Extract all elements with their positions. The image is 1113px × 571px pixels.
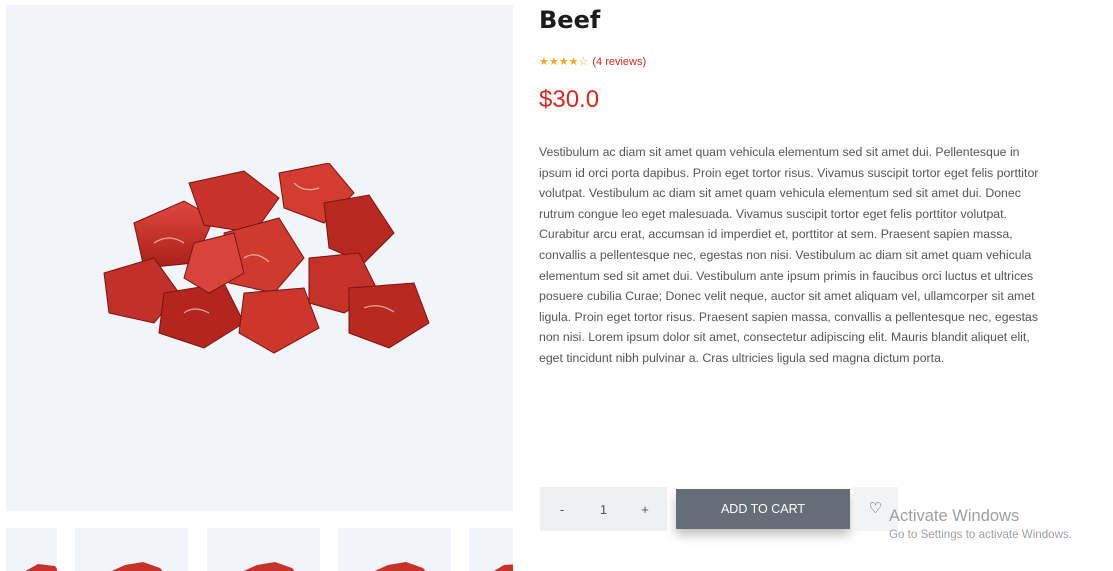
thumbnail-item[interactable] [75,528,188,571]
product-description: Vestibulum ac diam sit amet quam vehicul… [539,145,1039,365]
product-title: Beef [539,6,601,34]
reviews-link[interactable]: (4 reviews) [592,56,646,68]
star-icon: ★ [539,55,549,68]
star-half-icon: ☆ [578,55,589,68]
thumbnail-item[interactable] [207,528,320,571]
product-rating: ★ ★ ★ ★ ☆ (4 reviews) [539,55,646,69]
beef-thumbnail-image [25,564,57,571]
star-icon: ★ [568,55,579,68]
activate-windows-subtitle: Go to Settings to activate Windows. [889,528,1073,541]
thumbnail-strip [6,528,513,571]
product-main-image[interactable] [6,5,513,511]
decrease-quantity-button[interactable]: - [540,502,584,517]
thumbnail-item[interactable] [338,528,451,571]
increase-quantity-button[interactable]: + [623,502,667,517]
thumbnail-item[interactable] [6,528,57,571]
thumbnail-item[interactable] [469,528,513,571]
beef-thumbnail-image [494,564,513,571]
star-rating: ★ ★ ★ ★ ☆ [539,55,589,68]
quantity-stepper: - 1 + [540,487,667,531]
beef-thumbnail-image [111,562,163,571]
star-icon: ★ [558,55,569,68]
activate-windows-watermark: Activate Windows Go to Settings to activ… [889,506,1072,542]
star-icon: ★ [548,55,559,68]
beef-thumbnail-image [243,562,295,571]
product-price: $30.0 [539,86,600,113]
beef-thumbnail-image [374,562,426,571]
activate-windows-title: Activate Windows [889,507,1020,525]
beef-cubes-image [103,163,430,354]
quantity-value[interactable]: 1 [584,502,623,517]
heart-outline-icon: ♡ [868,500,883,517]
add-to-cart-button[interactable]: ADD TO CART [676,489,850,529]
